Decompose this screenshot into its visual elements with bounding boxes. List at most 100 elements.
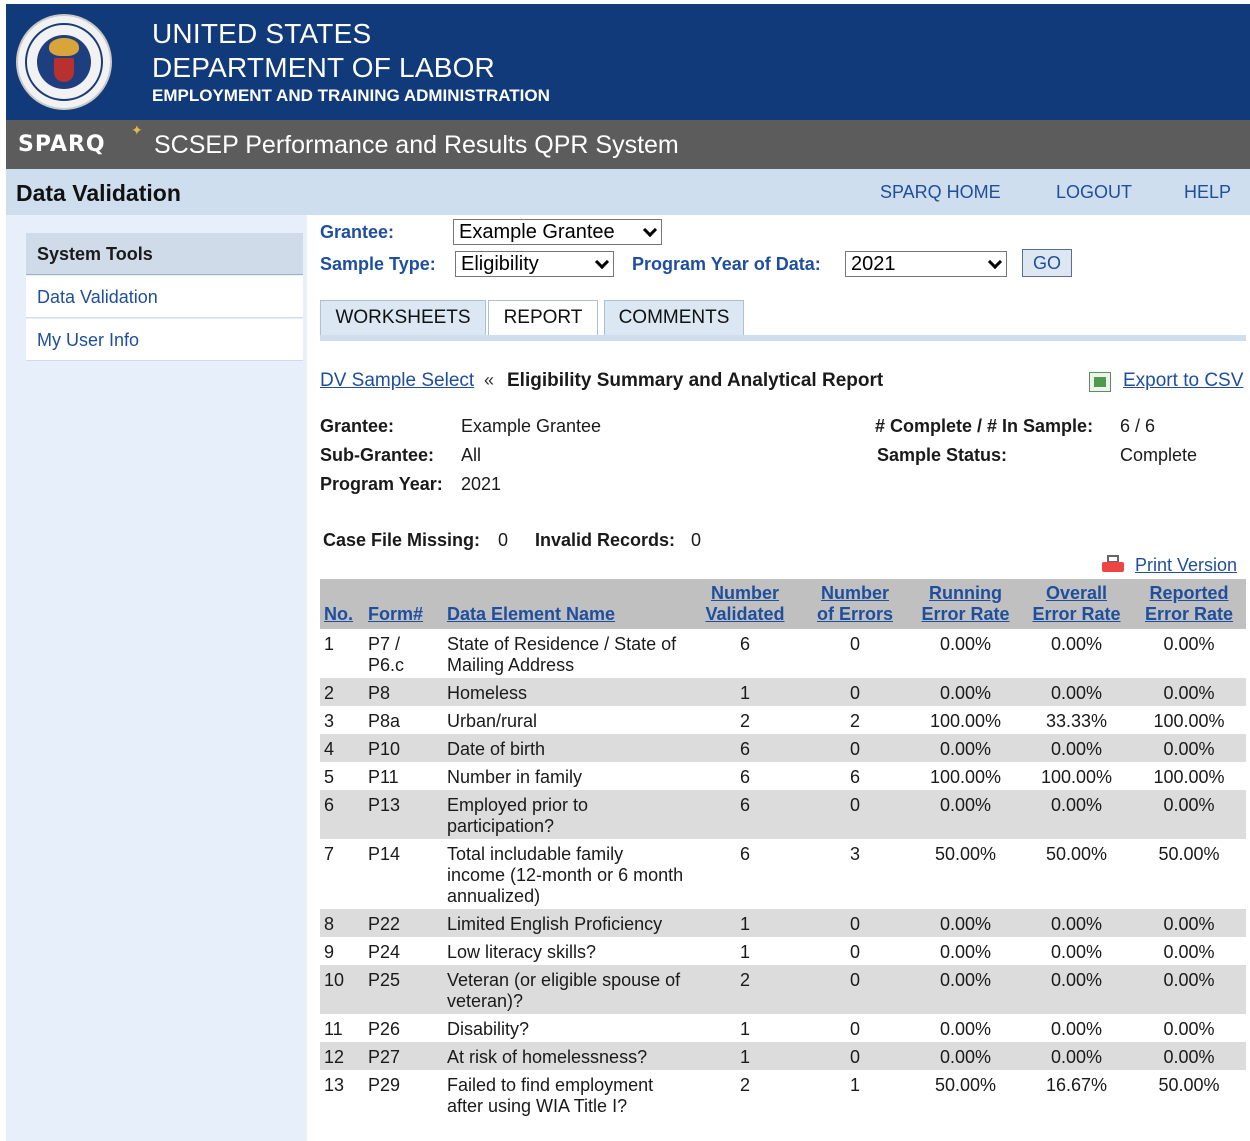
- cell-overall-rate: 33.33%: [1021, 706, 1132, 734]
- cell-no: 7: [320, 839, 364, 909]
- help-link[interactable]: HELP: [1184, 182, 1231, 203]
- column-header-errors[interactable]: Number of Errors: [800, 579, 910, 629]
- cell-reported-rate: 0.00%: [1132, 1042, 1246, 1070]
- tab-worksheets[interactable]: WORKSHEETS: [320, 300, 486, 336]
- agency-subtitle: EMPLOYMENT AND TRAINING ADMINISTRATION: [152, 86, 550, 105]
- sparkle-icon: ✦: [131, 122, 143, 138]
- cell-errors: 1: [800, 1070, 910, 1119]
- sample-type-label: Sample Type:: [320, 254, 436, 274]
- column-header-form[interactable]: Form#: [364, 579, 443, 629]
- info-grantee-value: Example Grantee: [461, 416, 602, 436]
- section-bar: Data Validation SPARQ HOME LOGOUT HELP: [6, 169, 1250, 215]
- table-header-row: No. Form# Data Element Name Number Valida…: [320, 579, 1246, 629]
- cell-overall-rate: 50.00%: [1021, 839, 1132, 909]
- cell-reported-rate: 100.00%: [1132, 762, 1246, 790]
- sidebar-item-my-user-info[interactable]: My User Info: [26, 319, 303, 361]
- cell-form: P8a: [364, 706, 443, 734]
- grantee-select-label: Grantee:: [320, 222, 395, 242]
- cell-element: State of Residence / State of Mailing Ad…: [443, 629, 690, 678]
- cell-reported-rate: 0.00%: [1132, 937, 1246, 965]
- info-complete-value: 6 / 6: [1120, 416, 1156, 436]
- cell-running-rate: 0.00%: [910, 790, 1021, 839]
- dv-sample-select-link[interactable]: DV Sample Select: [320, 370, 474, 392]
- cell-reported-rate: 0.00%: [1132, 629, 1246, 678]
- cell-validated: 6: [690, 839, 800, 909]
- cell-no: 9: [320, 937, 364, 965]
- grantee-select-value: Example Grantee: [459, 221, 615, 243]
- cell-errors: 0: [800, 909, 910, 937]
- tab-underline: [320, 335, 1246, 341]
- cell-running-rate: 0.00%: [910, 965, 1021, 1014]
- cell-reported-rate: 0.00%: [1132, 734, 1246, 762]
- agency-name-line1: UNITED STATES: [152, 18, 372, 49]
- cell-form: P22: [364, 909, 443, 937]
- cell-element: Employed prior to participation?: [443, 790, 690, 839]
- case-missing-value: 0: [498, 530, 509, 550]
- export-csv-link[interactable]: Export to CSV: [1123, 370, 1243, 392]
- info-subgrantee-value: All: [461, 445, 482, 465]
- cell-validated: 1: [690, 909, 800, 937]
- chevron-down-icon: [594, 254, 610, 270]
- column-header-validated[interactable]: Number Validated: [690, 579, 800, 629]
- program-year-select[interactable]: 2021: [845, 251, 1007, 277]
- cell-errors: 2: [800, 706, 910, 734]
- cell-form: P7 / P6.c: [364, 629, 443, 678]
- cell-validated: 1: [690, 937, 800, 965]
- table-row: 2 P8 Homeless 1 0 0.00% 0.00% 0.00%: [320, 678, 1246, 706]
- spreadsheet-icon[interactable]: [1089, 372, 1111, 392]
- go-button[interactable]: GO: [1022, 249, 1072, 277]
- table-row: 7 P14 Total includable family income (12-m…: [320, 839, 1246, 909]
- agency-header: UNITED STATES DEPARTMENT OF LABOR EMPLOY…: [6, 4, 1250, 120]
- sidebar-item-data-validation[interactable]: Data Validation: [26, 276, 303, 318]
- cell-overall-rate: 0.00%: [1021, 734, 1132, 762]
- column-header-running-rate[interactable]: Running Error Rate: [910, 579, 1021, 629]
- sparq-home-link[interactable]: SPARQ HOME: [880, 182, 1001, 203]
- cell-reported-rate: 0.00%: [1132, 965, 1246, 1014]
- cell-element: Disability?: [443, 1014, 690, 1042]
- grantee-select[interactable]: Example Grantee: [453, 219, 662, 245]
- print-version-link[interactable]: Print Version: [1135, 555, 1237, 576]
- logout-link[interactable]: LOGOUT: [1056, 182, 1132, 203]
- cell-form: P29: [364, 1070, 443, 1119]
- cell-errors: 0: [800, 629, 910, 678]
- cell-running-rate: 0.00%: [910, 678, 1021, 706]
- table-row: 6 P13 Employed prior to participation? 6 0 0.…: [320, 790, 1246, 839]
- cell-running-rate: 0.00%: [910, 909, 1021, 937]
- cell-reported-rate: 0.00%: [1132, 790, 1246, 839]
- tab-comments[interactable]: COMMENTS: [604, 300, 744, 336]
- table-row: 12 P27 At risk of homelessness? 1 0 0.00% 0.00…: [320, 1042, 1246, 1070]
- chevron-down-icon: [987, 254, 1003, 270]
- cell-no: 2: [320, 678, 364, 706]
- cell-validated: 6: [690, 790, 800, 839]
- column-header-no[interactable]: No.: [320, 579, 364, 629]
- page-title: Data Validation: [16, 180, 181, 206]
- dol-seal-logo: [16, 14, 112, 110]
- cell-reported-rate: 0.00%: [1132, 909, 1246, 937]
- page: { "header": { "line1": "UNITED STATES", …: [0, 0, 1250, 1141]
- column-header-element[interactable]: Data Element Name: [443, 579, 690, 629]
- printer-icon[interactable]: [1102, 555, 1124, 575]
- cell-validated: 6: [690, 762, 800, 790]
- cell-overall-rate: 0.00%: [1021, 937, 1132, 965]
- system-title: SCSEP Performance and Results QPR System: [154, 131, 679, 159]
- cell-overall-rate: 0.00%: [1021, 1014, 1132, 1042]
- cell-form: P26: [364, 1014, 443, 1042]
- column-header-overall-rate[interactable]: Overall Error Rate: [1021, 579, 1132, 629]
- cell-element: Urban/rural: [443, 706, 690, 734]
- cell-form: P14: [364, 839, 443, 909]
- case-missing-label: Case File Missing:: [323, 530, 481, 550]
- cell-no: 11: [320, 1014, 364, 1042]
- cell-overall-rate: 0.00%: [1021, 629, 1132, 678]
- table-body: 1 P7 / P6.c State of Residence / State of …: [320, 629, 1246, 1119]
- column-header-reported-rate[interactable]: Reported Error Rate: [1132, 579, 1246, 629]
- tab-report[interactable]: REPORT: [488, 300, 598, 336]
- cell-no: 13: [320, 1070, 364, 1119]
- cell-form: P24: [364, 937, 443, 965]
- cell-form: P27: [364, 1042, 443, 1070]
- cell-element: Limited English Proficiency: [443, 909, 690, 937]
- sample-type-select[interactable]: Eligibility: [455, 251, 614, 277]
- cell-running-rate: 0.00%: [910, 937, 1021, 965]
- cell-overall-rate: 0.00%: [1021, 790, 1132, 839]
- info-program-year-value: 2021: [461, 474, 502, 494]
- cell-running-rate: 100.00%: [910, 706, 1021, 734]
